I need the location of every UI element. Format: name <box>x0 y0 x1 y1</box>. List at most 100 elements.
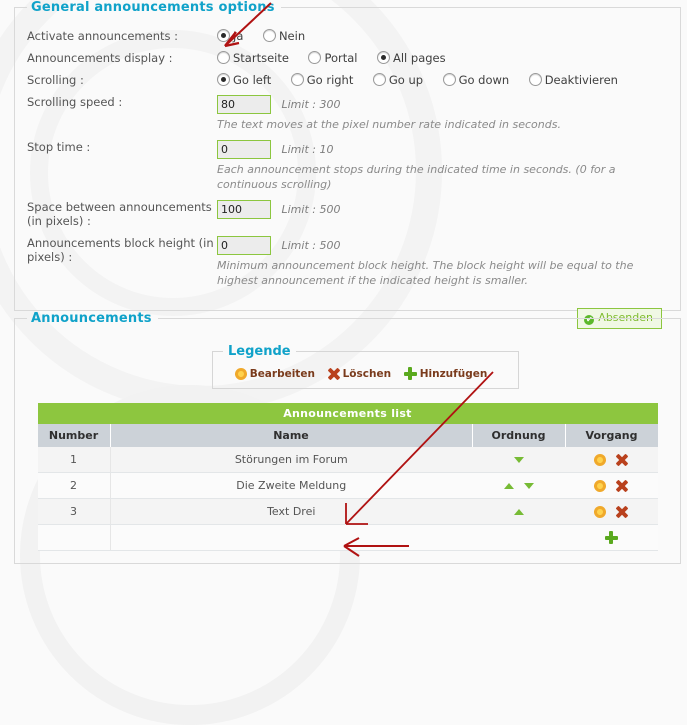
move-down-icon[interactable] <box>513 457 524 463</box>
field-stop-time: Limit : 10 Each announcement stops durin… <box>217 136 668 196</box>
table-title-row: Announcements list <box>37 403 658 424</box>
radio-icon-ja[interactable] <box>217 29 230 42</box>
field-space-between-announcements: Limit : 500 <box>217 196 668 232</box>
add-row-spacer-1 <box>37 524 111 551</box>
edit-icon[interactable] <box>592 452 608 468</box>
radio-label-ja: Ja <box>233 29 244 43</box>
delete-icon[interactable] <box>616 480 628 492</box>
legende-legend: Legende <box>228 344 291 359</box>
field-scrolling: Go left Go right Go up Go down Deaktivie… <box>217 69 668 91</box>
add-row-spacer-2 <box>110 524 472 551</box>
table-row: 2 Die Zweite Meldung <box>37 472 658 499</box>
radio-option-go-up[interactable]: Go up <box>372 73 424 87</box>
radio-icon-go-left[interactable] <box>217 73 230 86</box>
radio-label-go-left: Go left <box>233 73 272 87</box>
legende-label-bearbeiten: Bearbeiten <box>249 368 315 380</box>
field-announcements-block-height: Limit : 500 Minimum announcement block h… <box>217 232 668 292</box>
row-order-controls <box>472 447 565 473</box>
label-announcements-display: Announcements display : <box>27 51 173 65</box>
table-row: 3 Text Drei <box>37 498 658 525</box>
radio-label-startseite: Startseite <box>233 51 289 65</box>
general-options-form: Activate announcements : Ja Nein Announc… <box>27 25 668 292</box>
radio-label-deaktivieren: Deaktivieren <box>544 73 618 87</box>
row-action-controls <box>565 472 658 499</box>
edit-icon[interactable] <box>592 504 608 520</box>
radio-label-go-down: Go down <box>458 73 510 87</box>
row-action-controls <box>565 447 658 473</box>
column-header-name: Name <box>110 424 473 447</box>
radio-option-go-left[interactable]: Go left <box>217 73 271 87</box>
delete-icon[interactable] <box>616 454 628 466</box>
stop-time-hint: Each announcement stops during the indic… <box>217 163 616 191</box>
form-row-activate: Activate announcements : Ja Nein <box>27 25 668 47</box>
radio-icon-all-pages[interactable] <box>377 51 390 64</box>
radio-icon-go-up[interactable] <box>372 73 386 86</box>
space-between-limit: Limit : 500 <box>281 203 341 216</box>
edit-icon <box>232 366 249 382</box>
row-number: 2 <box>37 472 111 499</box>
scrolling-speed-input[interactable] <box>217 95 271 114</box>
delete-icon[interactable] <box>616 506 628 518</box>
edit-icon[interactable] <box>592 478 608 494</box>
add-icon[interactable] <box>604 531 618 544</box>
row-action-controls <box>565 498 658 525</box>
form-row-space-between: Space between announcements (in pixels) … <box>27 196 668 232</box>
legende-panel: Legende Bearbeiten Löschen Hinzufügen <box>212 344 519 389</box>
radio-icon-deaktivieren[interactable] <box>528 73 542 86</box>
label-space-between-announcements: Space between announcements (in pixels) … <box>27 200 212 228</box>
general-options-legend: General announcements options <box>31 0 275 15</box>
announcements-legend: Announcements <box>31 311 152 326</box>
add-icon <box>403 367 417 380</box>
space-between-input[interactable] <box>217 200 271 219</box>
column-header-vorgang: Vorgang <box>565 424 658 447</box>
add-row-action <box>565 524 658 551</box>
block-height-hint: Minimum announcement block height. The b… <box>217 259 634 287</box>
radio-option-ja[interactable]: Ja <box>217 29 243 43</box>
stop-time-input[interactable] <box>217 140 271 159</box>
radio-option-all-pages[interactable]: All pages <box>377 51 446 65</box>
table-add-row <box>37 524 658 551</box>
radio-label-portal: Portal <box>324 51 358 65</box>
stop-time-limit: Limit : 10 <box>281 143 334 156</box>
label-stop-time: Stop time : <box>27 140 91 154</box>
table-column-row: Number Name Ordnung Vorgang <box>37 424 658 447</box>
radio-label-go-up: Go up <box>388 73 424 87</box>
radio-icon-go-down[interactable] <box>442 73 456 86</box>
radio-option-startseite[interactable]: Startseite <box>217 51 289 65</box>
row-number: 3 <box>37 498 111 525</box>
radio-option-deaktivieren[interactable]: Deaktivieren <box>528 73 618 87</box>
table-head: Announcements list Number Name Ordnung V… <box>37 403 658 447</box>
label-scrolling-speed: Scrolling speed : <box>27 95 123 109</box>
radio-icon-portal[interactable] <box>308 51 322 64</box>
form-row-stop-time: Stop time : Limit : 10 Each announcement… <box>27 136 668 196</box>
row-name: Text Drei <box>110 498 472 525</box>
radio-option-go-right[interactable]: Go right <box>290 73 354 87</box>
general-options-panel: General announcements options Activate a… <box>14 0 681 329</box>
row-name: Störungen im Forum <box>110 447 472 473</box>
block-height-limit: Limit : 500 <box>281 239 341 252</box>
form-row-scrolling-speed: Scrolling speed : Limit : 300 The text m… <box>27 91 668 136</box>
move-down-icon[interactable] <box>523 483 534 489</box>
radio-option-go-down[interactable]: Go down <box>442 73 510 87</box>
label-announcements-block-height: Announcements block height (in pixels) : <box>27 236 214 264</box>
column-header-number: Number <box>37 424 111 447</box>
label-scrolling: Scrolling : <box>27 73 84 87</box>
radio-label-nein: Nein <box>278 29 306 43</box>
radio-icon-nein[interactable] <box>262 29 276 42</box>
radio-label-go-right: Go right <box>306 73 354 87</box>
radio-option-portal[interactable]: Portal <box>308 51 358 65</box>
add-row-spacer-3 <box>472 524 565 551</box>
table-body: 1 Störungen im Forum 2 Die Zweite Meldun… <box>37 447 658 551</box>
move-up-icon[interactable] <box>503 483 514 489</box>
field-activate-announcements: Ja Nein <box>217 25 668 47</box>
radio-icon-go-right[interactable] <box>290 73 304 86</box>
legende-label-hinzufuegen: Hinzufügen <box>419 368 488 380</box>
row-name: Die Zweite Meldung <box>110 472 472 499</box>
block-height-input[interactable] <box>217 236 271 255</box>
announcements-list-table: Announcements list Number Name Ordnung V… <box>37 403 658 551</box>
move-up-icon[interactable] <box>513 509 524 515</box>
radio-icon-startseite[interactable] <box>217 51 230 64</box>
radio-option-nein[interactable]: Nein <box>262 29 306 43</box>
row-order-controls <box>472 472 565 499</box>
form-row-display: Announcements display : Startseite Porta… <box>27 47 668 69</box>
